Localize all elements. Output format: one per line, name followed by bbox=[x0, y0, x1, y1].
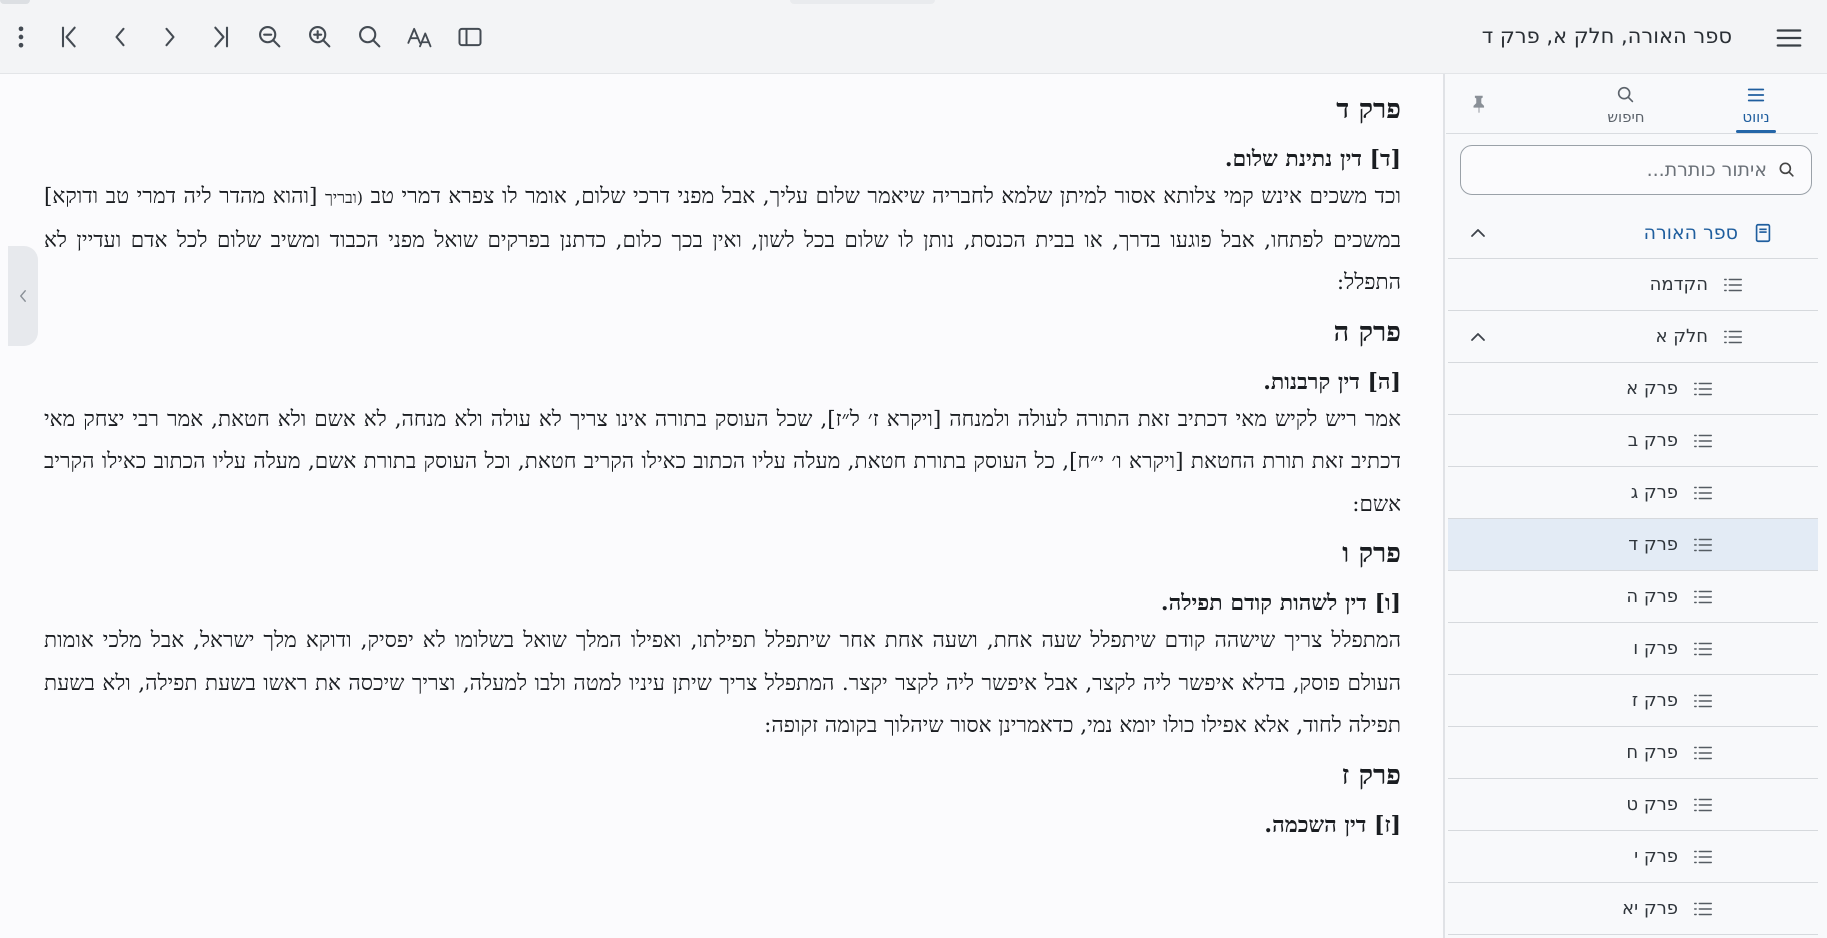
chevron-left-icon bbox=[20, 290, 26, 302]
toc-item-part-a[interactable]: חלק א bbox=[1448, 311, 1818, 363]
first-page-icon[interactable] bbox=[52, 19, 88, 55]
list-icon bbox=[1722, 274, 1744, 296]
toc-item-chapter[interactable]: פרק יא bbox=[1448, 883, 1818, 935]
sidebar-toggle-icon[interactable] bbox=[452, 19, 488, 55]
reading-pane[interactable]: פרק ד [ד] דין נתינת שלום. וכד משכים אינש… bbox=[0, 74, 1443, 938]
tab-strip-sliver bbox=[0, 0, 30, 4]
table-of-contents: ספר האורה הקדמה חלק א פרק א פרק ב פרק ג bbox=[1448, 207, 1818, 935]
list-icon bbox=[1692, 898, 1714, 920]
toc-item-chapter[interactable]: פרק י bbox=[1448, 831, 1818, 883]
list-icon bbox=[1692, 378, 1714, 400]
chapter-heading: פרק ז bbox=[1341, 759, 1401, 791]
menu-icon[interactable] bbox=[1771, 20, 1807, 56]
list-icon bbox=[1692, 742, 1714, 764]
toc-item-label: פרק ו bbox=[1633, 638, 1678, 659]
toc-item-book[interactable]: ספר האורה bbox=[1448, 207, 1818, 259]
chapter-heading: פרק ד bbox=[1336, 94, 1401, 125]
toc-item-chapter[interactable]: פרק ו bbox=[1448, 623, 1818, 675]
title-filter[interactable] bbox=[1460, 145, 1812, 195]
list-icon bbox=[1692, 638, 1714, 660]
chapter-heading: פרק ו bbox=[1342, 538, 1401, 569]
search-icon bbox=[1779, 162, 1794, 177]
toc-item-label: פרק ב bbox=[1627, 430, 1678, 451]
list-icon bbox=[1692, 534, 1714, 556]
tab-label: חיפוש bbox=[1607, 108, 1645, 126]
section-heading: [ה] דין קרבנות. bbox=[1263, 368, 1401, 395]
next-icon[interactable] bbox=[152, 19, 188, 55]
paragraph-text: וכד משכים אינש קמי צלותא אסור למיתן שלמא… bbox=[363, 184, 1401, 209]
toc-item-chapter[interactable]: פרק ב bbox=[1448, 415, 1818, 467]
toc-item-label: פרק ג bbox=[1630, 482, 1678, 503]
tab-label: ניווט bbox=[1742, 108, 1770, 126]
tab-search[interactable]: חיפוש bbox=[1576, 78, 1676, 132]
title-filter-input[interactable] bbox=[1475, 159, 1767, 181]
list-icon bbox=[1747, 88, 1765, 102]
more-vert-icon[interactable] bbox=[3, 19, 39, 55]
toc-item-label: ספר האורה bbox=[1643, 221, 1738, 244]
chapter-heading: פרק ה bbox=[1333, 316, 1401, 348]
zoom-out-icon[interactable] bbox=[252, 19, 288, 55]
toc-item-chapter[interactable]: פרק ט bbox=[1448, 779, 1818, 831]
toc-item-label: הקדמה bbox=[1649, 274, 1708, 295]
toc-item-chapter[interactable]: פרק א bbox=[1448, 363, 1818, 415]
toc-item-chapter-selected[interactable]: פרק ד bbox=[1448, 519, 1818, 571]
list-icon bbox=[1692, 430, 1714, 452]
tab-pinned[interactable] bbox=[1454, 78, 1504, 132]
search-icon bbox=[1617, 86, 1634, 103]
tab-strip-sliver bbox=[790, 0, 935, 4]
toc-item-label: פרק ד bbox=[1628, 534, 1678, 555]
chevron-up-icon[interactable] bbox=[1466, 325, 1490, 349]
section-heading: [ז] דין השכמה. bbox=[1264, 811, 1401, 838]
font-icon[interactable] bbox=[402, 19, 438, 55]
paragraph: המתפלל צריך שישהה קודם שיתפלל שעה אחת, ו… bbox=[44, 628, 1401, 738]
small-text: (ובריך bbox=[325, 188, 363, 207]
search-icon[interactable] bbox=[352, 19, 388, 55]
toc-item-label: פרק יא bbox=[1622, 898, 1678, 919]
toc-item-label: פרק ה bbox=[1626, 586, 1678, 607]
paragraph: וכד משכים אינש קמי צלותא אסור למיתן שלמא… bbox=[44, 176, 1401, 305]
section-heading: [ו] דין לשהות קודם תפילה. bbox=[1160, 590, 1401, 616]
active-tab-indicator bbox=[1736, 130, 1776, 133]
paragraph: אמר ריש לקיש מאי דכתיב זאת התורה לעולה ו… bbox=[44, 406, 1401, 517]
navigation-sidebar: ניווט חיפוש ספר האורה הקדמה bbox=[1446, 74, 1827, 938]
zoom-in-icon[interactable] bbox=[302, 19, 338, 55]
list-icon bbox=[1692, 846, 1714, 868]
list-icon bbox=[1692, 690, 1714, 712]
toc-item-chapter[interactable]: פרק ה bbox=[1448, 571, 1818, 623]
list-icon bbox=[1692, 586, 1714, 608]
toc-item-chapter[interactable]: פרק ג bbox=[1448, 467, 1818, 519]
last-page-icon[interactable] bbox=[202, 19, 238, 55]
toc-item-chapter[interactable]: פרק ח bbox=[1448, 727, 1818, 779]
toc-item-label: פרק א bbox=[1626, 378, 1678, 399]
collapse-handle[interactable] bbox=[8, 246, 38, 346]
toc-item-chapter[interactable]: פרק ז bbox=[1448, 675, 1818, 727]
document-title: ספר האורה, חלק א, פרק ד bbox=[1481, 24, 1732, 48]
toc-item-label: פרק ח bbox=[1626, 742, 1678, 763]
tab-navigation[interactable]: ניווט bbox=[1706, 78, 1806, 133]
pane-divider[interactable] bbox=[1443, 74, 1445, 938]
list-icon bbox=[1692, 482, 1714, 504]
toc-item-label: חלק א bbox=[1655, 326, 1708, 347]
previous-icon[interactable] bbox=[102, 19, 138, 55]
list-icon bbox=[1722, 326, 1744, 348]
sidebar-tabs: ניווט חיפוש bbox=[1446, 74, 1818, 134]
toc-item-label: פרק ז bbox=[1631, 690, 1678, 711]
top-toolbar: ספר האורה, חלק א, פרק ד bbox=[0, 0, 1827, 74]
toc-item-label: פרק ט bbox=[1626, 794, 1678, 815]
toc-item-introduction[interactable]: הקדמה bbox=[1448, 259, 1818, 311]
pin-icon bbox=[1473, 95, 1485, 114]
book-icon bbox=[1752, 222, 1774, 244]
section-heading: [ד] דין נתינת שלום. bbox=[1224, 146, 1401, 172]
list-icon bbox=[1692, 794, 1714, 816]
chevron-up-icon[interactable] bbox=[1466, 221, 1490, 245]
text-content: פרק ד [ד] דין נתינת שלום. וכד משכים אינש… bbox=[44, 84, 1401, 842]
toc-item-label: פרק י bbox=[1634, 846, 1678, 867]
